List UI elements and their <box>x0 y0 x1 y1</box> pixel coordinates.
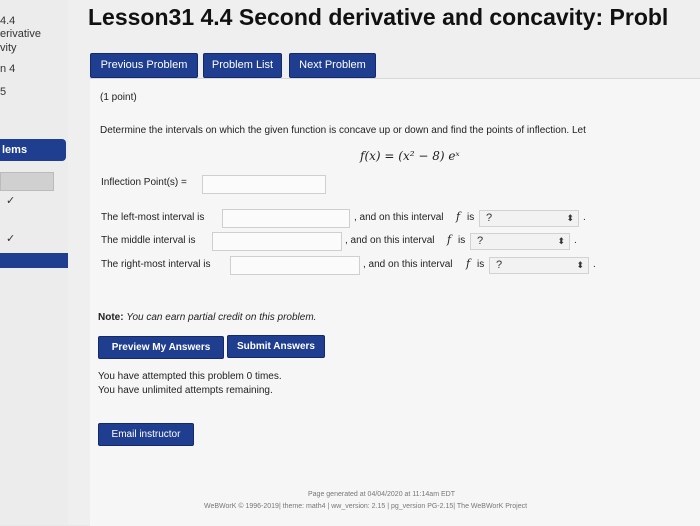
footer-generated: Page generated at 04/04/2020 at 11:14am … <box>308 491 455 498</box>
middle-interval-label: The middle interval is <box>101 235 196 246</box>
function-display: f(x) = (x² − 8) eˣ <box>360 149 460 163</box>
main-content: Lesson31 4.4 Second derivative and conca… <box>68 0 700 526</box>
problem-list-button[interactable]: Problem List <box>203 53 282 78</box>
left-interval-mid-text: , and on this interval <box>354 212 444 223</box>
middle-interval-input[interactable] <box>212 232 342 251</box>
check-icon: ✓ <box>6 195 16 207</box>
footer-credits: WeBWorK © 1996-2019| theme: math4 | ww_v… <box>204 503 528 510</box>
sidebar-active-bar[interactable] <box>0 253 68 268</box>
sidebar-item-concavity[interactable]: vity <box>0 42 17 54</box>
right-interval-input[interactable] <box>230 256 360 275</box>
left-interval-input[interactable] <box>222 209 350 228</box>
sidebar-item-derivative[interactable]: erivative <box>0 28 41 40</box>
sidebar-field <box>0 172 54 191</box>
inflection-input[interactable] <box>202 175 326 194</box>
left-interval-label: The left-most interval is <box>101 212 205 223</box>
sidebar-item-problem-5[interactable]: 5 <box>0 86 6 98</box>
row-end-dot: . <box>583 212 586 223</box>
left-interval-select[interactable]: ? ⬍ <box>479 210 579 227</box>
right-interval-is: is <box>477 259 485 270</box>
row-end-dot: . <box>593 259 596 270</box>
attempts-count: You have attempted this problem 0 times. <box>98 371 282 382</box>
sidebar: 4.4 erivative vity n 4 5 lems ✓ ✓ <box>0 0 68 525</box>
select-arrows-icon: ⬍ <box>566 213 574 223</box>
check-icon: ✓ <box>6 233 16 245</box>
previous-problem-button[interactable]: Previous Problem <box>90 53 198 78</box>
inflection-label: Inflection Point(s) = <box>101 177 187 188</box>
middle-interval-is: is <box>458 235 466 246</box>
left-interval-is: is <box>467 212 475 223</box>
problem-instructions: Determine the intervals on which the giv… <box>100 125 586 136</box>
middle-interval-f: f <box>447 233 452 246</box>
row-end-dot: . <box>574 235 577 246</box>
right-interval-select[interactable]: ? ⬍ <box>489 257 589 274</box>
right-interval-f: f <box>466 257 471 270</box>
email-instructor-button[interactable]: Email instructor <box>98 423 194 446</box>
attempts-remaining: You have unlimited attempts remaining. <box>98 385 273 396</box>
page-title: Lesson31 4.4 Second derivative and conca… <box>88 4 669 30</box>
sidebar-section-number: 4.4 <box>0 15 16 27</box>
right-interval-mid-text: , and on this interval <box>363 259 453 270</box>
sidebar-item-problem-4[interactable]: n 4 <box>0 63 15 75</box>
sidebar-problems-button[interactable]: lems <box>0 139 66 161</box>
note: Note: You can earn partial credit on thi… <box>98 312 316 323</box>
problem-points: (1 point) <box>100 92 137 103</box>
preview-answers-button[interactable]: Preview My Answers <box>98 336 224 359</box>
middle-interval-mid-text: , and on this interval <box>345 235 435 246</box>
left-interval-f: f <box>456 210 461 223</box>
select-arrows-icon: ⬍ <box>557 236 565 246</box>
problem-panel: (1 point) Determine the intervals on whi… <box>90 78 700 526</box>
submit-answers-button[interactable]: Submit Answers <box>227 335 325 358</box>
right-interval-label: The right-most interval is <box>101 259 211 270</box>
select-arrows-icon: ⬍ <box>576 260 584 270</box>
note-text: You can earn partial credit on this prob… <box>126 312 317 323</box>
middle-interval-select[interactable]: ? ⬍ <box>470 233 570 250</box>
note-label: Note: <box>98 312 124 323</box>
next-problem-button[interactable]: Next Problem <box>289 53 376 78</box>
